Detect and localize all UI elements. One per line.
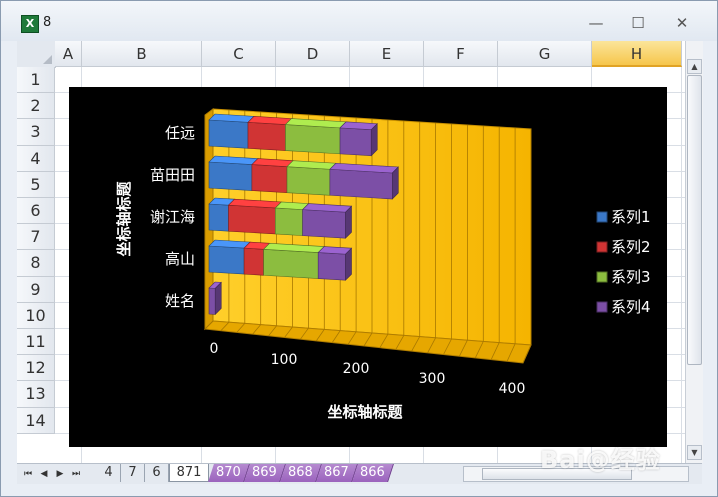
row-header-3[interactable]: 3 bbox=[17, 119, 55, 146]
row-header-9[interactable]: 9 bbox=[17, 276, 55, 303]
sheet-tab-label: 866 bbox=[360, 465, 385, 480]
stacked-bar-chart[interactable]: 姓名高山谢江海苗田田任远0100200300400坐标轴标题坐标轴标题 系列1系列… bbox=[69, 87, 667, 447]
select-all-corner[interactable] bbox=[17, 41, 56, 68]
category-label-1: 高山 bbox=[165, 250, 195, 268]
row-header-5[interactable]: 5 bbox=[17, 171, 55, 198]
bar-end-cap-苗田田 bbox=[391, 166, 399, 200]
sheet-tab-4[interactable]: 4 bbox=[97, 464, 121, 482]
bar-segment-系列2-任远 bbox=[247, 122, 286, 151]
legend-label-0: 系列1 bbox=[611, 208, 651, 226]
sheet-tab-866[interactable]: 866 bbox=[352, 464, 394, 482]
bar-segment-系列1-任远 bbox=[208, 119, 249, 149]
column-header-e[interactable]: E bbox=[350, 41, 424, 67]
scroll-up-button[interactable]: ▲ bbox=[687, 59, 702, 74]
bar-segment-系列4-任远 bbox=[339, 127, 372, 157]
bar-segment-系列3-高山 bbox=[263, 248, 319, 279]
bar-end-cap-高山 bbox=[345, 247, 352, 281]
sheet-tab-7[interactable]: 7 bbox=[121, 464, 145, 482]
row-header-8[interactable]: 8 bbox=[17, 250, 55, 277]
column-header-h[interactable]: H bbox=[592, 41, 682, 67]
legend-swatch-0 bbox=[596, 211, 608, 223]
category-label-2: 谢江海 bbox=[150, 208, 195, 226]
x-tick-label-0: 0 bbox=[210, 341, 219, 357]
bar-segment-系列2-高山 bbox=[243, 247, 264, 276]
x-tick-label-2: 200 bbox=[343, 361, 370, 377]
row-header-6[interactable]: 6 bbox=[17, 198, 55, 225]
column-header-g[interactable]: G bbox=[498, 41, 592, 67]
sheet-tab-label: 869 bbox=[252, 465, 277, 480]
y-axis-title: 坐标轴标题 bbox=[115, 181, 133, 257]
prev-sheet-icon[interactable]: ◀ bbox=[37, 466, 51, 482]
legend-label-3: 系列4 bbox=[611, 298, 651, 316]
row-header-1[interactable]: 1 bbox=[17, 67, 55, 94]
bar-segment-系列1-苗田田 bbox=[208, 161, 253, 191]
maximize-button[interactable]: ☐ bbox=[625, 13, 651, 33]
x-tick-label-1: 100 bbox=[271, 352, 298, 368]
bar-segment-系列3-苗田田 bbox=[286, 166, 331, 196]
sheet-tab-6[interactable]: 6 bbox=[145, 464, 169, 482]
legend-swatch-3 bbox=[596, 301, 608, 313]
row-header-2[interactable]: 2 bbox=[17, 93, 55, 120]
column-header-d[interactable]: D bbox=[276, 41, 350, 67]
vertical-scrollbar[interactable]: ▲ ▼ bbox=[685, 41, 703, 463]
watermark-logo: Bai@经验 bbox=[540, 446, 661, 474]
bar-end-cap-谢江海 bbox=[345, 205, 352, 239]
last-sheet-icon[interactable]: ⏭ bbox=[69, 466, 83, 482]
column-header-f[interactable]: F bbox=[424, 41, 498, 67]
column-gridline bbox=[681, 67, 682, 463]
x-tick-label-3: 300 bbox=[419, 371, 446, 387]
window-title: 8 bbox=[43, 15, 52, 30]
sheet-tab-label: 868 bbox=[288, 465, 313, 480]
row-header-10[interactable]: 10 bbox=[17, 302, 55, 329]
row-header-11[interactable]: 11 bbox=[17, 329, 55, 356]
category-label-0: 姓名 bbox=[165, 292, 195, 310]
bar-segment-系列4-苗田田 bbox=[329, 168, 393, 200]
row-header-4[interactable]: 4 bbox=[17, 145, 55, 172]
bar-end-cap-任远 bbox=[370, 123, 378, 157]
category-label-4: 任远 bbox=[165, 124, 195, 142]
legend-label-2: 系列3 bbox=[611, 268, 651, 286]
bar-segment-系列3-谢江海 bbox=[275, 207, 303, 236]
sheet-tab-active[interactable]: 871 bbox=[169, 464, 209, 482]
bar-segment-系列4-高山 bbox=[317, 252, 346, 281]
bar-end-cap-姓名 bbox=[214, 281, 222, 316]
row-header-13[interactable]: 13 bbox=[17, 381, 55, 408]
bar-segment-系列2-苗田田 bbox=[251, 164, 288, 193]
row-header-14[interactable]: 14 bbox=[17, 407, 55, 434]
bar-segment-系列1-谢江海 bbox=[208, 203, 229, 232]
title-bar: X 8 — ☐ ✕ bbox=[1, 1, 717, 41]
column-header-c[interactable]: C bbox=[202, 41, 276, 67]
x-tick-label-4: 400 bbox=[499, 381, 526, 397]
row-header-12[interactable]: 12 bbox=[17, 355, 55, 382]
next-sheet-icon[interactable]: ▶ bbox=[53, 466, 67, 482]
column-header-a[interactable]: A bbox=[55, 41, 82, 67]
bar-segment-系列4-谢江海 bbox=[302, 209, 346, 239]
close-button[interactable]: ✕ bbox=[669, 13, 695, 33]
vertical-scroll-thumb[interactable] bbox=[687, 75, 702, 365]
first-sheet-icon[interactable]: ⏮ bbox=[21, 466, 35, 482]
bar-segment-系列1-高山 bbox=[208, 245, 245, 275]
minimize-button[interactable]: — bbox=[583, 13, 609, 33]
legend-label-1: 系列2 bbox=[611, 238, 651, 256]
sheet-tab-label: 870 bbox=[216, 465, 241, 480]
legend-swatch-1 bbox=[596, 241, 608, 253]
excel-icon: X bbox=[21, 15, 39, 33]
bar-segment-系列3-任远 bbox=[285, 124, 341, 155]
x-axis-title: 坐标轴标题 bbox=[327, 403, 403, 421]
column-header-b[interactable]: B bbox=[82, 41, 202, 67]
category-label-3: 苗田田 bbox=[150, 166, 195, 184]
bar-segment-系列4-姓名 bbox=[208, 287, 216, 315]
sheet-tab-label: 867 bbox=[324, 465, 349, 480]
bar-segment-系列2-谢江海 bbox=[228, 204, 276, 235]
scroll-down-button[interactable]: ▼ bbox=[687, 445, 702, 460]
row-header-7[interactable]: 7 bbox=[17, 224, 55, 251]
legend-swatch-2 bbox=[596, 271, 608, 283]
